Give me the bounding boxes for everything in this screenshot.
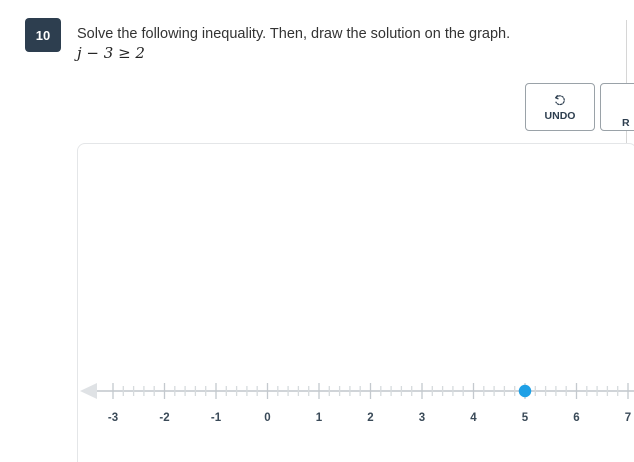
tick-label--2: -2 — [159, 412, 169, 424]
tick-label-7: 7 — [625, 412, 631, 424]
tick-label-6: 6 — [573, 412, 579, 424]
number-line-left-arrow — [80, 383, 97, 399]
tick-label-2: 2 — [367, 412, 373, 424]
tick-label-1: 1 — [316, 412, 323, 424]
tick-label--1: -1 — [211, 412, 222, 424]
number-line[interactable]: -3 -2 -1 0 1 2 3 4 5 6 7 — [0, 0, 634, 462]
tick-label-3: 3 — [419, 412, 425, 424]
tick-label--3: -3 — [108, 412, 118, 424]
tick-label-4: 4 — [470, 412, 477, 424]
tick-label-0: 0 — [264, 412, 270, 424]
plotted-point[interactable] — [518, 384, 532, 398]
question-page: 10 Solve the following inequality. Then,… — [0, 0, 634, 462]
tick-label-5: 5 — [522, 412, 529, 424]
